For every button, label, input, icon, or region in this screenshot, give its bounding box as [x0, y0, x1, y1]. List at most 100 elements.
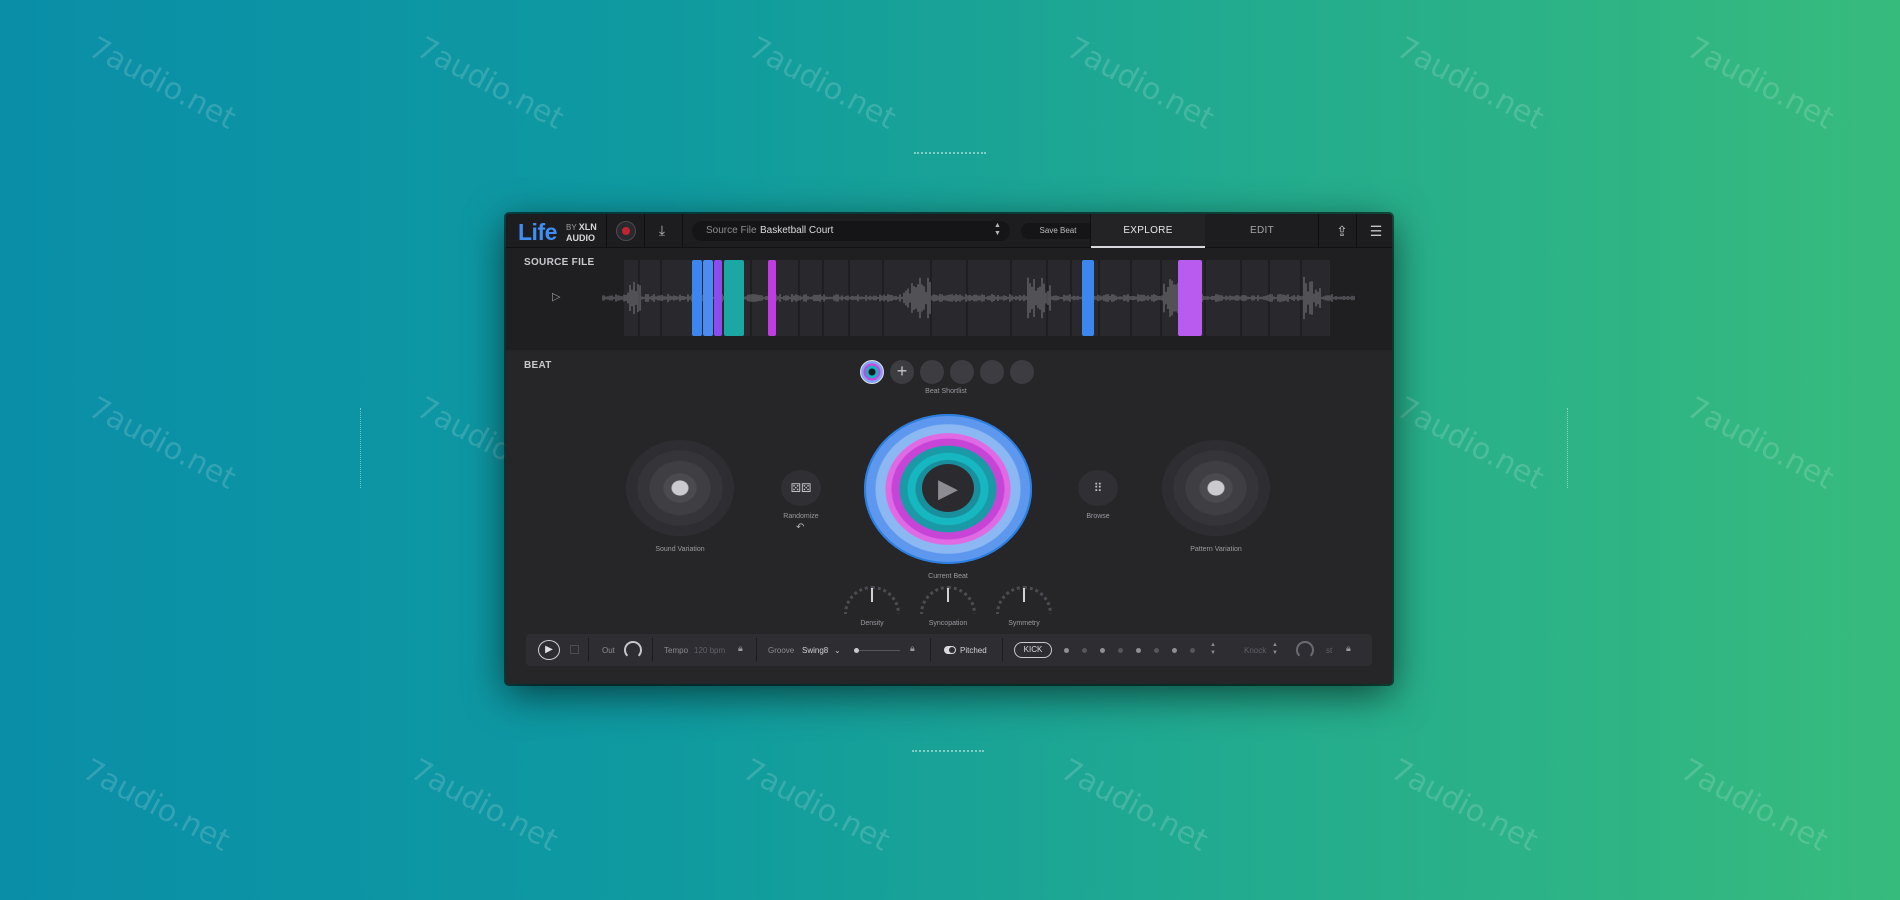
play-button[interactable]: ▶ [538, 640, 560, 660]
segment-blue[interactable] [1082, 260, 1094, 336]
extra-label: st [1326, 646, 1333, 655]
shortlist-slot-current[interactable] [860, 360, 884, 384]
slice-block [1206, 260, 1240, 336]
life-app-window: Life BY XLN AUDIO ⤓ Source File Basketba… [506, 214, 1392, 684]
step-indicator[interactable] [1154, 648, 1159, 653]
menu-icon[interactable]: ☰ [1366, 221, 1386, 241]
source-file-selector[interactable]: Source File Basketball Court ▲ ▼ [692, 221, 1010, 241]
knob-needle [1023, 588, 1025, 602]
beat-shortlist-label: Beat Shortlist [925, 388, 967, 395]
kick-instrument-selector[interactable]: KICK [1014, 642, 1052, 658]
stop-button[interactable] [570, 645, 579, 654]
save-beat-button[interactable]: Save Beat [1021, 223, 1095, 239]
watermark: 7audio.net [737, 752, 896, 859]
beat-title: BEAT [524, 360, 552, 371]
life-logo: Life [518, 219, 557, 245]
divider [756, 638, 757, 662]
record-button[interactable] [616, 221, 636, 241]
tempo-label: Tempo [664, 646, 689, 655]
knock-label: Knock [1244, 646, 1267, 655]
watermark: 7audio.net [405, 752, 564, 859]
divider [644, 214, 645, 248]
step-indicator[interactable] [1136, 648, 1141, 653]
groove-value[interactable]: Swing8 [802, 646, 828, 655]
tab-edit[interactable]: EDIT [1206, 214, 1318, 248]
shortlist-slot[interactable] [920, 360, 944, 384]
step-indicator[interactable] [1190, 648, 1195, 653]
instrument-lock-icon[interactable]: 🔒︎ [1346, 643, 1351, 654]
segment-blue[interactable] [692, 260, 702, 336]
segment-blue[interactable] [703, 260, 713, 336]
slice-block [1048, 260, 1070, 336]
chevron-down-icon[interactable]: ⌄ [834, 646, 841, 655]
pattern-variation-label: Pattern Variation [1190, 546, 1242, 553]
pitched-toggle[interactable] [944, 646, 956, 654]
syncopation-label: Syncopation [928, 620, 968, 627]
segment-magenta[interactable] [768, 260, 776, 336]
shortlist-slot[interactable] [980, 360, 1004, 384]
randomize-dice-icon[interactable]: ⚄⚄ [781, 470, 821, 506]
divider [682, 214, 683, 248]
waveform[interactable] [601, 260, 1356, 336]
tempo-value[interactable]: 120 bpm [694, 646, 725, 655]
divider [606, 214, 607, 248]
segment-violet[interactable] [1178, 260, 1202, 336]
shortlist-slot[interactable] [1010, 360, 1034, 384]
transport-bar: ▶ Out Tempo 120 bpm 🔒︎ Groove Swing8 ⌄ 🔒… [526, 634, 1372, 666]
out-label: Out [602, 646, 615, 655]
step-indicator[interactable] [1172, 648, 1177, 653]
shortlist-slot[interactable] [950, 360, 974, 384]
download-icon[interactable]: ⤓ [652, 220, 672, 240]
divider [588, 638, 589, 662]
density-label: Density [860, 620, 884, 627]
logo-brand-text-2: AUDIO [566, 233, 595, 243]
step-indicator[interactable] [1064, 648, 1069, 653]
knob-needle [871, 588, 873, 602]
output-knob[interactable] [624, 641, 642, 659]
pattern-variation-pad[interactable] [1162, 440, 1270, 536]
segment-purple[interactable] [714, 260, 722, 336]
watermark: 7audio.net [83, 390, 242, 497]
source-file-value: Basketball Court [760, 225, 834, 236]
sound-variation-pad[interactable] [626, 440, 734, 536]
knob-needle [947, 588, 949, 602]
step-indicator[interactable] [1082, 648, 1087, 653]
up-down-arrows-icon[interactable]: ▲ ▼ [1210, 641, 1216, 657]
share-icon[interactable]: ⇪ [1332, 221, 1352, 241]
up-down-arrows-icon[interactable]: ▲ ▼ [994, 222, 1001, 238]
step-indicator[interactable] [1118, 648, 1123, 653]
watermark: 7audio.net [1681, 30, 1840, 137]
density-knob[interactable] [844, 586, 900, 614]
syncopation-knob[interactable] [920, 586, 976, 614]
current-beat-label: Current Beat [928, 573, 968, 580]
watermark: 7audio.net [1385, 752, 1544, 859]
logo-brand-text: XLN [578, 222, 597, 232]
sound-variation-label: Sound Variation [655, 546, 705, 553]
watermark: 7audio.net [1391, 390, 1550, 497]
browse-label: Browse [1086, 513, 1110, 520]
up-down-arrows-icon[interactable]: ▲ ▼ [1272, 641, 1278, 657]
slice-block [1012, 260, 1046, 336]
watermark: 7audio.net [1391, 30, 1550, 137]
source-play-icon[interactable]: ▷ [552, 290, 566, 304]
watermark: 7audio.net [411, 30, 570, 137]
watermark: 7audio.net [83, 30, 242, 137]
instrument-knob[interactable] [1296, 641, 1314, 659]
slice-block [884, 260, 930, 336]
step-indicator[interactable] [1100, 648, 1105, 653]
undo-icon[interactable]: ↶ [796, 522, 804, 533]
tab-explore[interactable]: EXPLORE [1091, 214, 1205, 248]
divider [652, 638, 653, 662]
segment-teal[interactable] [724, 260, 744, 336]
xln-audio-logo: BY XLN AUDIO [566, 222, 597, 244]
divider [1318, 214, 1319, 248]
tempo-lock-icon[interactable]: 🔒︎ [738, 643, 743, 654]
groove-amount-slider[interactable] [854, 648, 900, 653]
add-to-shortlist-button[interactable]: + [890, 360, 914, 384]
browse-grid-icon[interactable]: ⠿ [1078, 470, 1118, 506]
groove-label: Groove [768, 646, 795, 655]
guide-line-bottom [912, 750, 984, 752]
current-beat-play-icon[interactable]: ▶ [922, 464, 974, 512]
symmetry-knob[interactable] [996, 586, 1052, 614]
groove-lock-icon[interactable]: 🔒︎ [910, 643, 915, 654]
